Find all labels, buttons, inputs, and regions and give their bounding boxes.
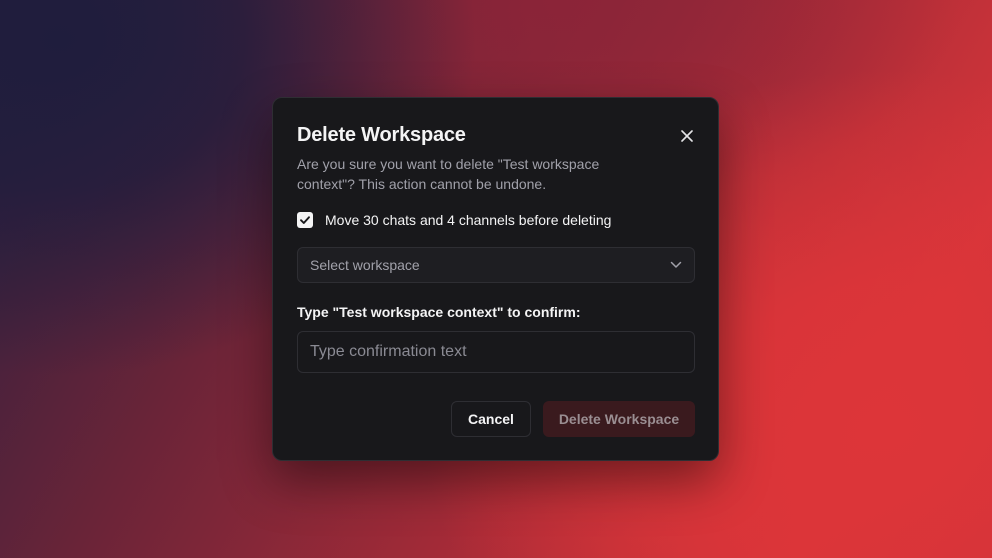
delete-workspace-button[interactable]: Delete Workspace — [543, 401, 695, 437]
confirm-instruction: Type "Test workspace context" to confirm… — [297, 304, 581, 320]
checkmark-icon — [300, 216, 310, 224]
confirmation-input[interactable] — [297, 331, 695, 373]
close-icon — [681, 130, 693, 142]
dialog-description: Are you sure you want to delete "Test wo… — [297, 156, 600, 192]
close-button[interactable] — [677, 126, 697, 146]
chevron-down-icon — [670, 261, 682, 268]
move-chats-label: Move 30 chats and 4 channels before dele… — [325, 212, 612, 228]
workspace-select[interactable]: Select workspace — [297, 247, 695, 283]
delete-workspace-dialog: Delete Workspace Are you sure you want t… — [272, 97, 719, 461]
dialog-title: Delete Workspace — [297, 124, 466, 146]
move-chats-checkbox[interactable] — [297, 212, 313, 228]
confirm-prefix: Type — [297, 304, 333, 320]
move-chats-option[interactable]: Move 30 chats and 4 channels before dele… — [297, 212, 611, 228]
confirm-suffix: to confirm: — [503, 304, 581, 320]
confirm-workspace-name: "Test workspace context" — [332, 304, 504, 320]
cancel-button[interactable]: Cancel — [451, 401, 531, 437]
workspace-select-placeholder: Select workspace — [310, 257, 420, 273]
